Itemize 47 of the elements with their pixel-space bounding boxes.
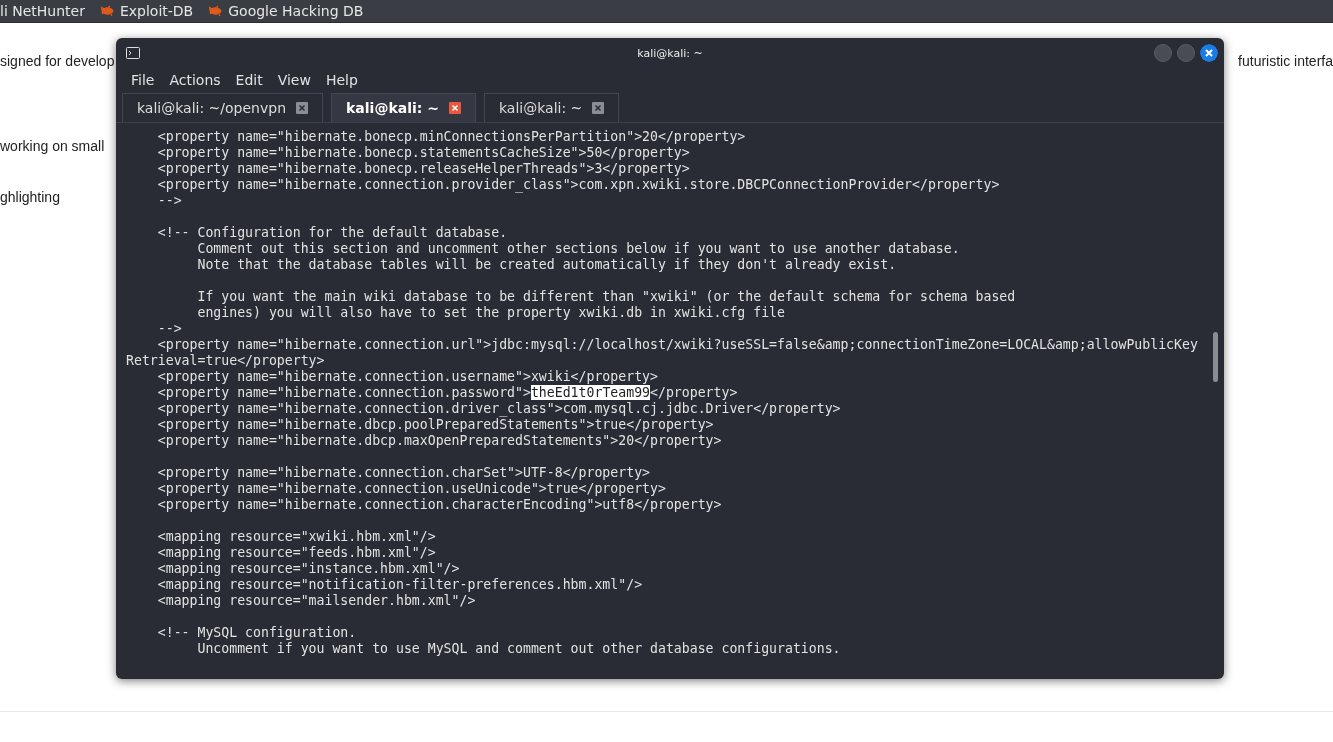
code-line: <property name="hibernate.bonecp.minConnectionsPerPartition">20</property> — [156, 129, 746, 144]
close-tab-icon[interactable] — [448, 102, 461, 114]
page-text: ghlighting — [0, 189, 60, 206]
terminal-icon — [126, 47, 140, 59]
menu-item[interactable]: Help — [325, 72, 358, 88]
code-line: <mapping resource="xwiki.hbm.xml"/> — [156, 529, 436, 544]
code-line: <property name="hibernate.connection.url">jdbc:mysql://localhost/xwiki?useSSL=false&amp;connectionTimeZone=LOCAL&amp;allowPublicKey — [156, 337, 1198, 352]
code-line: <mapping resource="mailsender.hbm.xml"/> — [156, 593, 476, 608]
code-line: <mapping resource="feeds.hbm.xml"/> — [156, 545, 436, 560]
code-line: If you want the main wiki database to be different than "xwiki" (or the default schema for schema based — [196, 289, 1016, 304]
code-line: <!-- MySQL configuration. — [156, 625, 357, 640]
menu-item[interactable]: File — [131, 72, 155, 88]
code-line: <property name="hibernate.connection.provider_class">com.xpn.xwiki.store.DBCPConnectionProvider</property> — [156, 177, 1000, 192]
menu-item[interactable]: Actions — [169, 72, 221, 88]
terminal-tab[interactable]: kali@kali: ~/openvpn — [122, 93, 324, 122]
window-title: kali@kali: ~ — [637, 46, 703, 60]
code-line: Retrieval=true</property> — [126, 353, 325, 368]
code-line: <property name="hibernate.connection.characterEncoding">utf8</property> — [156, 497, 722, 512]
code-line: <property name="hibernate.dbcp.poolPreparedStatements">true</property> — [156, 417, 714, 432]
code-line: --> — [156, 321, 182, 336]
bookmark-link[interactable]: Google Hacking DB — [207, 3, 364, 19]
code-line: engines) you will also have to set the property xwiki.db in xwiki.cfg file — [196, 305, 785, 320]
code-line: <property name="hibernate.bonecp.statementsCacheSize">50</property> — [156, 145, 690, 160]
code-line: <mapping resource="notification-filter-preferences.hbm.xml"/> — [156, 577, 643, 592]
code-line: <mapping resource="instance.hbm.xml"/> — [156, 561, 460, 576]
page-text: working on small — [0, 138, 105, 155]
code-line: <property name="hibernate.connection.username">xwiki</property> — [156, 369, 658, 384]
code-line: <property name="hibernate.dbcp.maxOpenPreparedStatements">20</property> — [156, 433, 722, 448]
code-line: --> — [156, 193, 182, 208]
code-line: <property name="hibernate.connection.charSet">UTF-8</property> — [156, 465, 650, 480]
bookmark-link[interactable]: li NetHunter — [0, 3, 85, 19]
code-line: <property name="hibernate.connection.useUnicode">true</property> — [156, 481, 666, 496]
terminal-tab[interactable]: kali@kali: ~ — [483, 93, 620, 122]
page-text: signed for develop — [0, 53, 115, 70]
code-line: <property name="hibernate.bonecp.releaseHelperThreads">3</property> — [156, 161, 690, 176]
code-line: <!-- Configuration for the default database. — [156, 225, 508, 240]
page-text: futuristic interfa — [1238, 53, 1333, 70]
scrollbar[interactable] — [1213, 332, 1218, 382]
code-line: Uncomment if you want to use MySQL and comment out other database configurations. — [196, 641, 841, 656]
code-line: <property name="hibernate.connection.driver_class">com.mysql.cj.jdbc.Driver</property> — [156, 401, 841, 416]
code-line: Comment out this section and uncomment other sections below if you want to use another database. — [196, 241, 960, 256]
bookmark-link[interactable]: Exploit-DB — [98, 3, 194, 19]
close-button[interactable] — [1200, 44, 1218, 62]
menu-item[interactable]: Edit — [235, 72, 263, 88]
terminal-tab[interactable]: kali@kali: ~ — [331, 93, 476, 122]
code-line: Note that the database tables will be created automatically if they don't already exist. — [196, 257, 897, 272]
menu-item[interactable]: View — [277, 72, 311, 88]
